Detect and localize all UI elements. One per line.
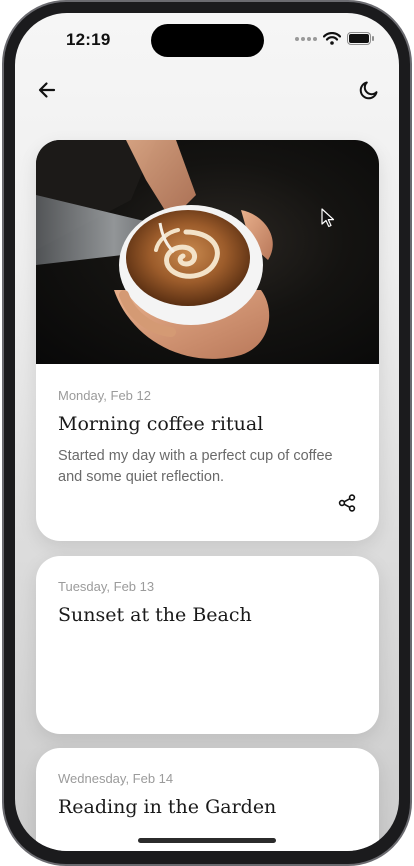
entry-content: Monday, Feb 12 Morning coffee ritual Sta…	[58, 387, 357, 488]
cellular-signal-icon	[295, 36, 317, 41]
dynamic-island	[151, 24, 264, 57]
entry-date: Monday, Feb 12	[58, 388, 151, 403]
entry-content: Wednesday, Feb 14 Reading in the Garden	[58, 770, 357, 820]
wifi-icon	[323, 32, 341, 45]
status-time: 12:19	[66, 30, 111, 49]
entry-title: Morning coffee ritual	[58, 413, 264, 435]
status-icons	[295, 32, 375, 45]
journal-entry-card[interactable]: Tuesday, Feb 13 Sunset at the Beach	[36, 556, 379, 734]
moon-icon	[359, 81, 378, 100]
entry-text: Started my day with a perfect cup of cof…	[58, 448, 333, 485]
entry-content: Tuesday, Feb 13 Sunset at the Beach	[58, 578, 357, 628]
device: 12:19 Monday, Feb 12 Morning coffee ritu…	[0, 0, 414, 866]
mouse-cursor-icon	[321, 208, 335, 233]
back-button[interactable]	[31, 74, 63, 106]
arrow-left-icon	[38, 82, 56, 98]
share-icon	[338, 494, 356, 512]
entry-title: Reading in the Garden	[58, 796, 277, 818]
battery-icon	[347, 32, 374, 45]
journal-entry-card[interactable]: Monday, Feb 12 Morning coffee ritual Sta…	[36, 140, 379, 541]
app-screen: 12:19 Monday, Feb 12 Morning coffee ritu…	[15, 13, 399, 851]
entry-date: Wednesday, Feb 14	[58, 771, 174, 786]
entry-title: Sunset at the Beach	[58, 604, 252, 626]
home-indicator[interactable]	[138, 838, 276, 843]
entry-date: Tuesday, Feb 13	[58, 579, 155, 594]
latte-art-photo	[36, 140, 379, 364]
theme-toggle-button[interactable]	[353, 74, 385, 106]
journal-entry-card[interactable]: Wednesday, Feb 14 Reading in the Garden	[36, 748, 379, 851]
share-button[interactable]	[335, 491, 359, 515]
